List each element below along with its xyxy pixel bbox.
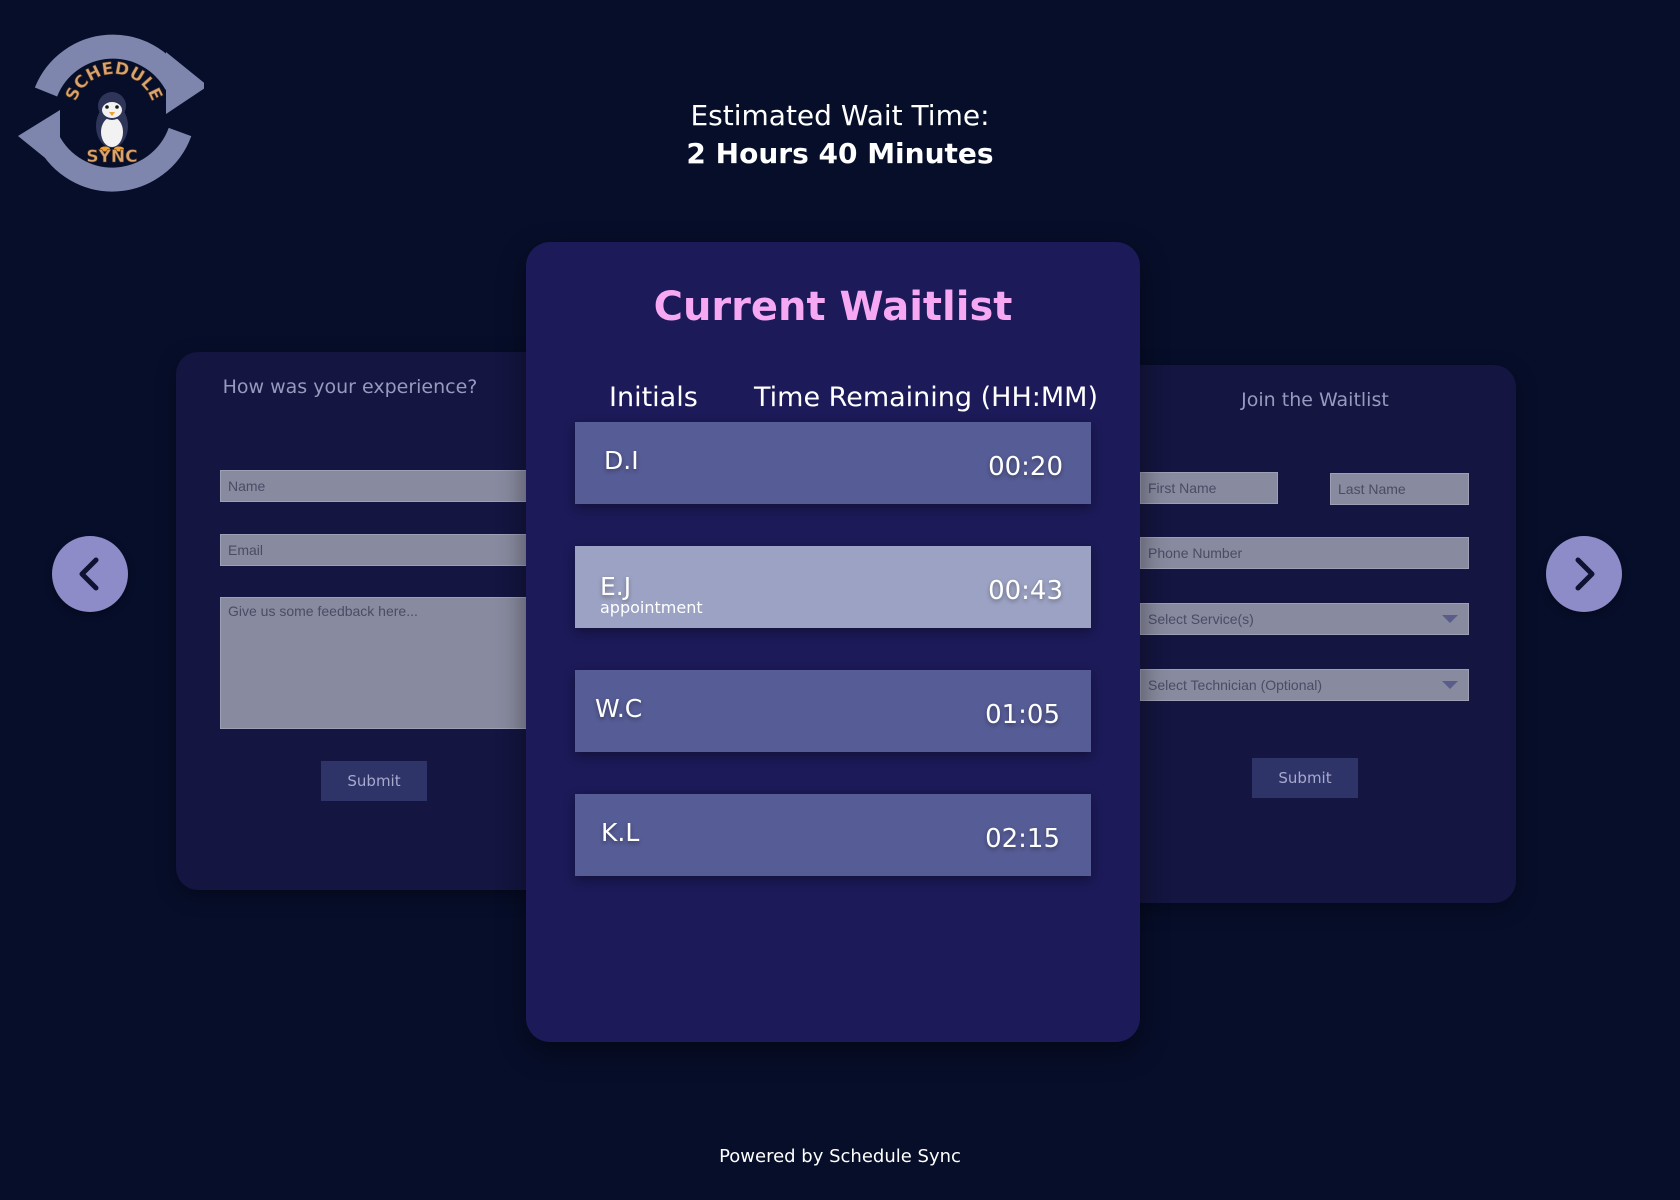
chevron-left-icon: [79, 557, 99, 591]
join-waitlist-card: Join the Waitlist First Name Last Name P…: [1110, 365, 1516, 903]
feedback-textarea[interactable]: Give us some feedback here...: [220, 597, 556, 729]
phone-number-input[interactable]: Phone Number: [1140, 537, 1469, 569]
row-time-remaining: 01:05: [985, 700, 1060, 730]
waitlist-row: D.I 00:20: [575, 422, 1091, 504]
waitlist-row: E.J appointment 00:43: [575, 546, 1091, 628]
feedback-title: How was your experience?: [222, 376, 478, 398]
row-initials: E.J: [600, 572, 632, 601]
row-time-remaining: 00:43: [988, 576, 1063, 606]
column-header-time-remaining: Time Remaining (HH:MM): [754, 382, 1098, 413]
select-technician-dropdown[interactable]: Select Technician (Optional): [1140, 669, 1469, 701]
row-initials: K.L: [601, 818, 640, 847]
wait-time-value: 2 Hours 40 Minutes: [686, 137, 994, 170]
row-initials: W.C: [595, 694, 643, 723]
column-header-initials: Initials: [609, 382, 698, 413]
waitlist-row: W.C 01:05: [575, 670, 1091, 752]
previous-panel-button[interactable]: [52, 536, 128, 612]
next-panel-button[interactable]: [1546, 536, 1622, 612]
wait-time-label: Estimated Wait Time:: [690, 99, 990, 132]
feedback-card: How was your experience? Name Email Give…: [176, 352, 556, 890]
row-time-remaining: 00:20: [988, 452, 1063, 482]
chevron-down-icon: [1442, 681, 1458, 689]
waitlist-row: K.L 02:15: [575, 794, 1091, 876]
first-name-input[interactable]: First Name: [1140, 472, 1278, 504]
feedback-name-input[interactable]: Name: [220, 470, 556, 502]
select-service-dropdown[interactable]: Select Service(s): [1140, 603, 1469, 635]
select-service-label: Select Service(s): [1148, 611, 1254, 627]
chevron-down-icon: [1442, 615, 1458, 623]
feedback-email-input[interactable]: Email: [220, 534, 556, 566]
estimated-wait: Estimated Wait Time: 2 Hours 40 Minutes: [0, 96, 1680, 172]
select-technician-label: Select Technician (Optional): [1148, 677, 1323, 693]
row-initials: D.I: [604, 446, 639, 475]
row-appointment-note: appointment: [600, 598, 703, 617]
row-time-remaining: 02:15: [985, 824, 1060, 854]
waitlist-card: Current Waitlist Initials Time Remaining…: [526, 242, 1140, 1042]
chevron-right-icon: [1575, 557, 1595, 591]
last-name-input[interactable]: Last Name: [1330, 473, 1469, 505]
footer-powered-by: Powered by Schedule Sync: [719, 1146, 961, 1167]
join-waitlist-title: Join the Waitlist: [1241, 389, 1389, 411]
join-submit-button[interactable]: Submit: [1252, 758, 1358, 798]
waitlist-title: Current Waitlist: [653, 284, 1013, 330]
feedback-submit-button[interactable]: Submit: [321, 761, 427, 801]
